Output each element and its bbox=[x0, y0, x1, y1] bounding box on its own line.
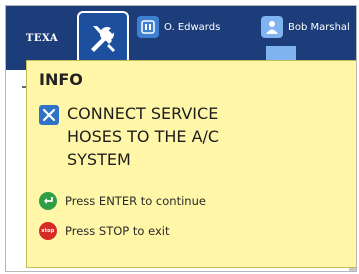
info-dialog: INFO CONNECT SERVICE HOSES TO THE A/C SY… bbox=[26, 60, 356, 268]
device-screen: TEXA O. Edwards Bob Marshal INFO CONNECT… bbox=[5, 5, 357, 272]
message-line: SYSTEM bbox=[67, 150, 131, 169]
service-tools-icon bbox=[39, 105, 59, 125]
stop-icon-text: stop bbox=[41, 228, 55, 234]
message-line: HOSES TO THE A/C bbox=[67, 127, 220, 146]
stop-action-label: Press STOP to exit bbox=[65, 224, 170, 238]
logo-text: TEXA bbox=[25, 32, 59, 44]
mechanic-icon bbox=[137, 16, 159, 38]
user-bob-marshal[interactable]: Bob Marshal bbox=[261, 14, 350, 40]
enter-icon bbox=[39, 192, 57, 210]
message-line: CONNECT SERVICE bbox=[67, 104, 219, 123]
user-name: Bob Marshal bbox=[288, 21, 350, 33]
user-o-edwards[interactable]: O. Edwards bbox=[137, 14, 220, 40]
enter-action[interactable]: Press ENTER to continue bbox=[39, 191, 206, 211]
dialog-title: INFO bbox=[39, 70, 83, 89]
user-tab-strip bbox=[266, 46, 296, 60]
tools-button[interactable] bbox=[77, 11, 129, 65]
wrench-screwdriver-icon bbox=[91, 24, 118, 52]
stop-icon: stop bbox=[39, 222, 57, 240]
user-icon bbox=[261, 16, 283, 38]
stop-action[interactable]: stop Press STOP to exit bbox=[39, 221, 169, 241]
user-name: O. Edwards bbox=[164, 21, 221, 33]
texa-logo: TEXA bbox=[9, 12, 75, 64]
enter-action-label: Press ENTER to continue bbox=[65, 194, 206, 208]
